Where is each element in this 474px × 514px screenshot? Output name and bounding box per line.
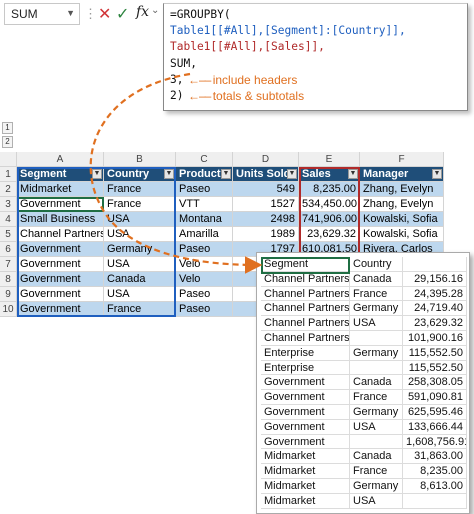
dashed-arrow-path bbox=[89, 72, 263, 274]
result-arrow bbox=[89, 72, 263, 274]
